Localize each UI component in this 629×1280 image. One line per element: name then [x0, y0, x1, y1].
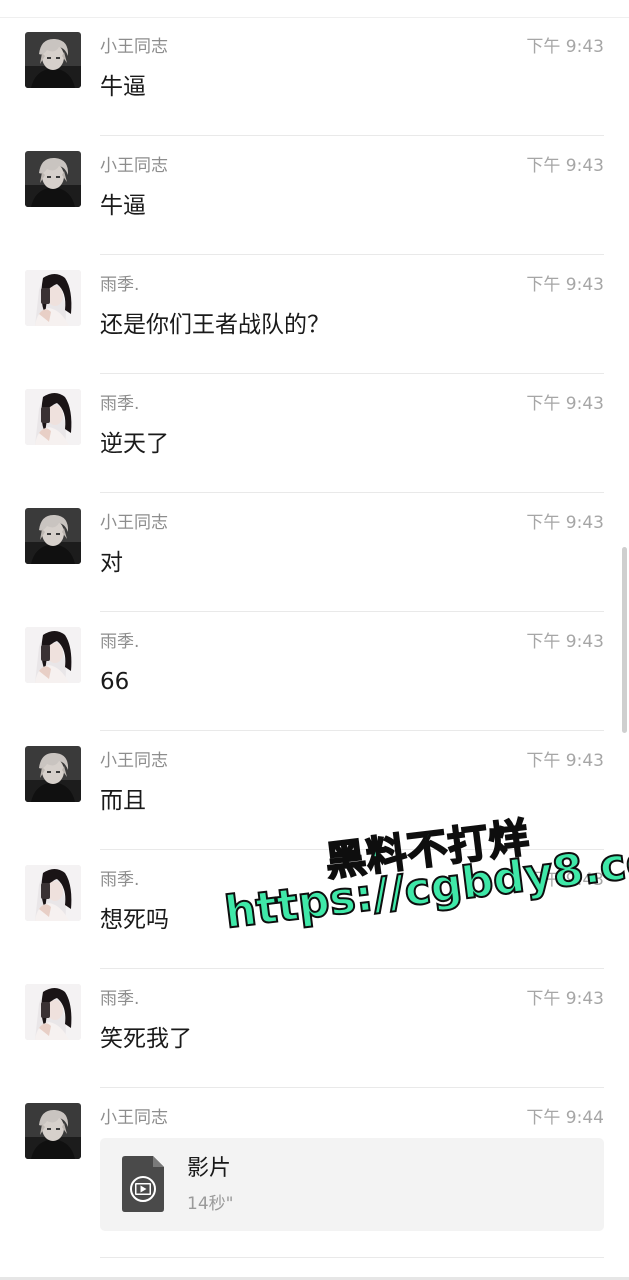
- message-time: 下午 9:43: [526, 156, 604, 176]
- avatar[interactable]: [25, 508, 81, 564]
- avatar[interactable]: [25, 32, 81, 88]
- avatar[interactable]: [25, 270, 81, 326]
- video-attachment-card[interactable]: 影片 14秒": [100, 1138, 604, 1231]
- message-time: 下午 9:43: [526, 989, 604, 1009]
- sender-name: 雨季.: [100, 275, 140, 295]
- sender-name: 小王同志: [100, 37, 168, 57]
- message-text: 想死吗: [100, 907, 169, 933]
- message-text: 牛逼: [100, 74, 146, 100]
- scrollbar[interactable]: [622, 547, 627, 733]
- sender-name: 雨季.: [100, 394, 140, 414]
- message-time: 下午 9:43: [526, 632, 604, 652]
- message-item[interactable]: 小王同志 下午 9:43 而且: [0, 731, 629, 850]
- avatar[interactable]: [25, 746, 81, 802]
- avatar[interactable]: [25, 627, 81, 683]
- message-text: 66: [100, 669, 130, 695]
- message-item[interactable]: 小王同志 下午 9:43 牛逼: [0, 136, 629, 255]
- sender-name: 小王同志: [100, 751, 168, 771]
- message-item[interactable]: 雨季. 下午 9:43 66: [0, 612, 629, 731]
- video-file-icon: [122, 1156, 164, 1212]
- message-text: 牛逼: [100, 193, 146, 219]
- message-divider: [100, 1257, 604, 1258]
- video-title: 影片: [187, 1156, 232, 1181]
- message-time: 下午 9:43: [526, 37, 604, 57]
- message-time: 下午 9:44: [526, 1108, 604, 1128]
- avatar[interactable]: [25, 984, 81, 1040]
- message-item[interactable]: 小王同志 下午 9:43 对: [0, 493, 629, 612]
- message-text: 逆天了: [100, 431, 169, 457]
- message-text: 而且: [100, 788, 146, 814]
- chat-history-page: 小王同志 下午 9:43 牛逼 小王同志 下午 9:43 牛逼 雨季. 下午 9…: [0, 0, 629, 1280]
- avatar[interactable]: [25, 1103, 81, 1159]
- message-time: 下午 9:43: [526, 275, 604, 295]
- sender-name: 小王同志: [100, 156, 168, 176]
- sender-name: 小王同志: [100, 1108, 168, 1128]
- message-time: 下午 9:43: [526, 751, 604, 771]
- avatar[interactable]: [25, 389, 81, 445]
- message-item[interactable]: 雨季. 下午 9:43 逆天了: [0, 374, 629, 493]
- message-item[interactable]: 雨季. 下午 9:43 笑死我了: [0, 969, 629, 1088]
- message-time: 下午 9:43: [526, 513, 604, 533]
- avatar[interactable]: [25, 151, 81, 207]
- sender-name: 雨季.: [100, 870, 140, 890]
- message-item[interactable]: 小王同志 下午 9:43 牛逼: [0, 17, 629, 136]
- avatar[interactable]: [25, 865, 81, 921]
- sender-name: 小王同志: [100, 513, 168, 533]
- message-text: 笑死我了: [100, 1026, 192, 1052]
- message-item[interactable]: 雨季. 下午 9:43 还是你们王者战队的？: [0, 255, 629, 374]
- message-text: 对: [100, 550, 123, 576]
- sender-name: 雨季.: [100, 632, 140, 652]
- message-text: 还是你们王者战队的？: [100, 312, 330, 338]
- message-time: 下午 9:43: [526, 394, 604, 414]
- sender-name: 雨季.: [100, 989, 140, 1009]
- video-duration: 14秒": [187, 1194, 234, 1214]
